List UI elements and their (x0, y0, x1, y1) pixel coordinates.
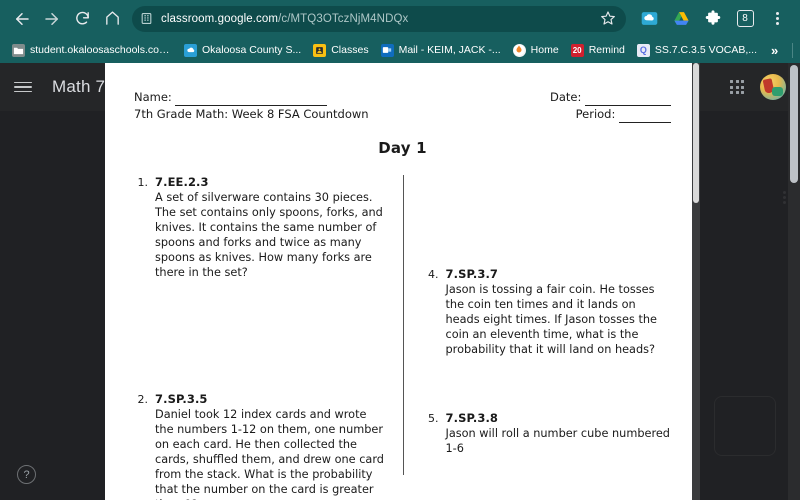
question-body: 7.EE.2.3 A set of silverware contains 30… (155, 175, 389, 280)
worksheet-subtitle: 7th Grade Math: Week 8 FSA Countdown (134, 107, 369, 121)
question-number: 2. (137, 393, 149, 406)
viewer-scrollbar-thumb[interactable] (693, 63, 699, 203)
bookmark-item-home[interactable]: Home (508, 42, 564, 59)
question-item: 4. 7.SP.3.7 Jason is tossing a fair coin… (425, 267, 672, 357)
name-line: Name: (134, 89, 369, 106)
worksheet-column-right: 4. 7.SP.3.7 Jason is tossing a fair coin… (403, 175, 672, 500)
bookmarks-bar: student.okaloosaschools.com bookmarks Ok… (0, 37, 800, 63)
page-scrollbar-track[interactable] (788, 63, 800, 500)
question-number: 1. (137, 176, 149, 189)
question-number: 5. (428, 412, 439, 425)
question-item: 1. 7.EE.2.3 A set of silverware contains… (134, 175, 389, 280)
bookmarks-overflow-button[interactable]: » (764, 43, 785, 58)
help-button[interactable]: ? (17, 465, 36, 484)
question-text: A set of silverware contains 30 pieces. … (155, 191, 383, 279)
browser-toolbar: classroom.google.com/c/MTQ3OTczNjM4NDQx … (0, 0, 800, 37)
bookmark-item-remind[interactable]: 20 Remind (566, 42, 630, 59)
address-bar[interactable]: classroom.google.com/c/MTQ3OTczNjM4NDQx (132, 5, 626, 32)
worksheet-columns: 1. 7.EE.2.3 A set of silverware contains… (134, 175, 671, 500)
bookmark-star-icon[interactable] (600, 10, 618, 28)
column-top-space (425, 175, 672, 267)
outlook-mail-favicon (380, 43, 394, 57)
bookmark-item-vocab[interactable]: Q SS.7.C.3.5 VOCAB,... (632, 42, 762, 59)
question-answer-space (425, 357, 672, 411)
okaloosa-favicon (184, 43, 197, 57)
question-standard: 7.SP.3.5 (155, 392, 208, 406)
period-label: Period: (575, 107, 616, 121)
date-label: Date: (549, 90, 582, 104)
url-domain: classroom.google.com (161, 12, 279, 25)
extension-count-badge[interactable]: 8 (732, 6, 758, 32)
date-blank (585, 89, 671, 106)
worksheet-header: Name: 7th Grade Math: Week 8 FSA Countdo… (134, 89, 671, 123)
bookmark-label: SS.7.C.3.5 VOCAB,... (654, 44, 757, 56)
document-viewer: Name: 7th Grade Math: Week 8 FSA Countdo… (105, 63, 700, 500)
worksheet-page: Name: 7th Grade Math: Week 8 FSA Countdo… (105, 63, 700, 500)
classes-favicon (313, 43, 327, 57)
question-body: 7.SP.3.7 Jason is tossing a fair coin. H… (446, 267, 672, 357)
question-standard: 7.EE.2.3 (155, 175, 209, 189)
remind-favicon: 20 (570, 43, 584, 57)
google-drive-icon[interactable] (668, 6, 694, 32)
folder-icon (12, 43, 25, 57)
worksheet-column-left: 1. 7.EE.2.3 A set of silverware contains… (134, 175, 403, 500)
home-favicon (512, 43, 526, 57)
question-number: 4. (428, 268, 439, 281)
period-blank (619, 106, 671, 123)
document-more-options-button[interactable] (783, 191, 786, 204)
bookmark-label: Home (530, 44, 559, 56)
bookmarks-divider (792, 42, 794, 58)
bookmark-label: student.okaloosaschools.com bookmarks (30, 44, 172, 56)
question-text: Jason is tossing a fair coin. He tosses … (445, 283, 658, 356)
class-title: Math 7 (52, 77, 106, 96)
question-item: 2. 7.SP.3.5 Daniel took 12 index cards a… (134, 392, 389, 500)
google-apps-grid-icon[interactable] (730, 80, 744, 94)
worksheet-header-right: Date: Period: (550, 89, 671, 123)
avatar[interactable] (760, 74, 786, 100)
question-text: Daniel took 12 index cards and wrote the… (155, 408, 384, 500)
quizlet-favicon: Q (636, 43, 650, 57)
hamburger-menu-icon[interactable] (14, 81, 32, 93)
question-body: 7.SP.3.5 Daniel took 12 index cards and … (155, 392, 389, 500)
bookmark-item-classes[interactable]: Classes (308, 42, 373, 59)
page-info-icon[interactable] (140, 12, 154, 26)
period-line: Period: (550, 106, 671, 123)
bookmark-item-mail[interactable]: Mail - KEIM, JACK -... (376, 42, 506, 59)
bookmark-item-okaloosa-folder[interactable]: student.okaloosaschools.com bookmarks (7, 42, 177, 59)
bookmark-item-okaloosa-county[interactable]: Okaloosa County S... (179, 42, 306, 59)
page-title: Day 1 (378, 139, 427, 157)
bookmark-label: Classes (331, 44, 369, 56)
home-button[interactable] (98, 5, 126, 33)
page-scrollbar-thumb[interactable] (790, 65, 798, 183)
date-line: Date: (550, 89, 671, 106)
question-text: Jason will roll a number cube numbered 1… (445, 427, 670, 455)
bookmark-label: Okaloosa County S... (202, 44, 302, 56)
extensions-puzzle-icon[interactable] (700, 6, 726, 32)
column-divider (402, 175, 404, 475)
name-label: Name: (134, 90, 172, 104)
background-card (714, 396, 776, 456)
app-bar-actions (730, 74, 786, 100)
viewer-scrollbar-track[interactable] (692, 63, 700, 500)
bookmark-label: Mail - KEIM, JACK -... (398, 44, 501, 56)
back-button[interactable] (8, 5, 36, 33)
question-standard: 7.SP.3.7 (445, 267, 499, 281)
bookmark-label: Remind (588, 44, 625, 56)
question-standard: 7.SP.3.8 (445, 411, 499, 425)
name-blank (175, 89, 328, 106)
reload-button[interactable] (68, 5, 96, 33)
question-answer-space (134, 280, 389, 392)
url-path: /c/MTQ3OTczNjM4NDQx (278, 12, 409, 25)
address-bar-url[interactable]: classroom.google.com/c/MTQ3OTczNjM4NDQx (161, 13, 593, 25)
classroom-app: Math 7 ? Name: 7th Grade Math: Week 8 FS… (0, 63, 800, 500)
question-item: 5. 7.SP.3.8 Jason will roll a number cub… (425, 411, 672, 456)
extension-count-value: 8 (736, 10, 754, 27)
drive-backup-icon[interactable] (636, 6, 662, 32)
forward-button[interactable] (38, 5, 66, 33)
worksheet-header-left: Name: 7th Grade Math: Week 8 FSA Countdo… (134, 89, 369, 122)
kebab-menu-icon (775, 12, 779, 25)
question-body: 7.SP.3.8 Jason will roll a number cube n… (446, 411, 672, 456)
chrome-menu-button[interactable] (764, 6, 790, 32)
